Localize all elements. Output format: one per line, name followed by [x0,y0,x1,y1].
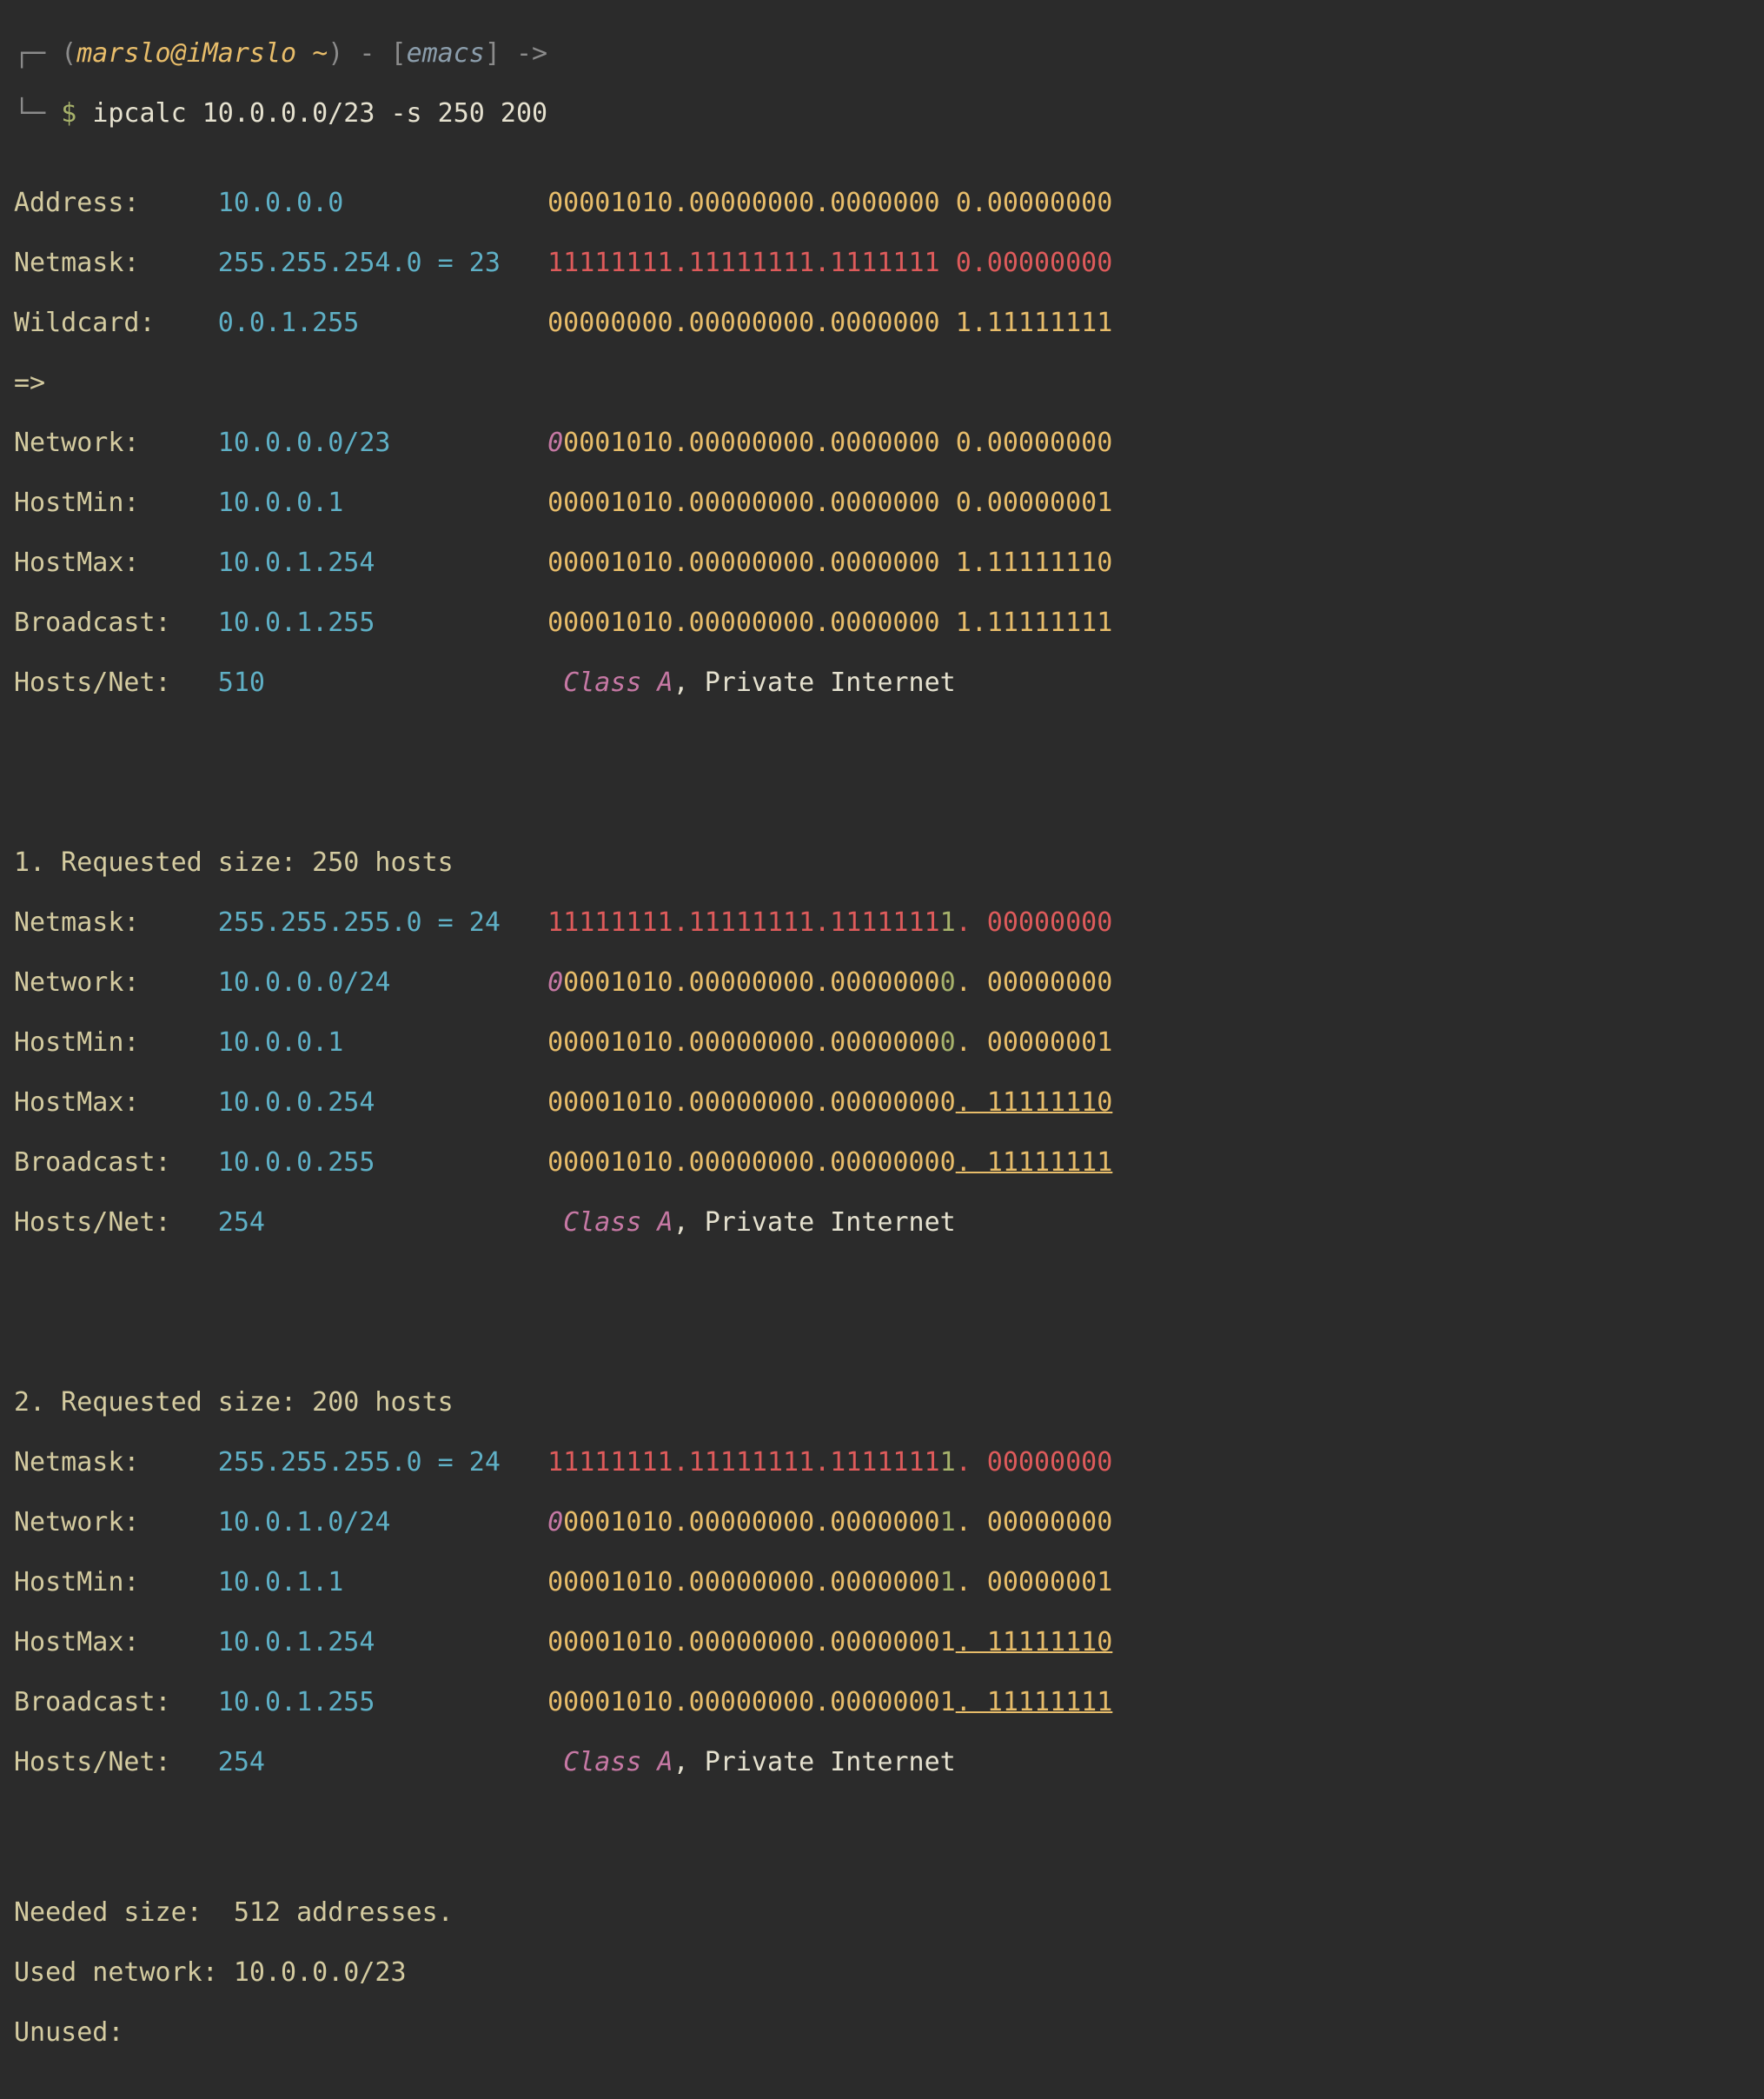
command-text: ipcalc 10.0.0.0/23 -s 250 200 [92,98,547,129]
row-hosts: Hosts/Net:510 Class A, Private Internet [14,668,1750,699]
s1-netmask: Netmask:255.255.255.0 = 2411111111.11111… [14,908,1750,939]
label-netmask: Netmask: [14,249,218,279]
label-address: Address: [14,189,218,219]
s2-hostmin: HostMin:10.0.1.100001010.00000000.000000… [14,1568,1750,1598]
row-address: Address:10.0.0.000001010.00000000.000000… [14,189,1750,219]
label-wildcard: Wildcard: [14,309,218,339]
s2-netmask: Netmask:255.255.255.0 = 2411111111.11111… [14,1448,1750,1478]
prompt-line-2: └─ $ ipcalc 10.0.0.0/23 -s 250 200 [14,99,1750,130]
label-broadcast: Broadcast: [14,608,218,639]
blank-line [14,728,1750,759]
row-arrow: => [14,369,1750,399]
blank-line [14,1268,1750,1299]
row-network: Network:10.0.0.0/2300001010.00000000.000… [14,428,1750,459]
s2-hosts: Hosts/Net:254 Class A, Private Internet [14,1748,1750,1778]
row-wildcard: Wildcard:0.0.1.25500000000.00000000.0000… [14,309,1750,339]
value-hostmin: 10.0.0.1 [218,488,547,519]
label-hostmax: HostMax: [14,548,218,579]
s1-network: Network:10.0.0.0/2400001010.00000000.000… [14,968,1750,999]
s2-hostmax: HostMax:10.0.1.25400001010.00000000.0000… [14,1628,1750,1658]
s1-hostmax: HostMax:10.0.0.25400001010.00000000.0000… [14,1088,1750,1119]
terminal-output[interactable]: ┌─ (marslo@iMarslo ~) - [emacs] -> └─ $ … [0,0,1764,2099]
value-wildcard: 0.0.1.255 [218,309,547,339]
value-network: 10.0.0.0/23 [218,428,547,459]
s2-network: Network:10.0.1.0/2400001010.00000000.000… [14,1508,1750,1538]
section-title-2: 2. Requested size: 200 hosts [14,1388,1750,1418]
value-hosts: 510 [218,668,547,699]
row-hostmax: HostMax:10.0.1.25400001010.00000000.0000… [14,548,1750,579]
s2-broadcast: Broadcast:10.0.1.25500001010.00000000.00… [14,1688,1750,1718]
label-hostmin: HostMin: [14,488,218,519]
section-title-1: 1. Requested size: 250 hosts [14,848,1750,879]
blank-line [14,1808,1750,1838]
value-broadcast: 10.0.1.255 [218,608,547,639]
s1-broadcast: Broadcast:10.0.0.25500001010.00000000.00… [14,1148,1750,1179]
prompt-line-1: ┌─ (marslo@iMarslo ~) - [emacs] -> [14,39,1750,70]
s1-hosts: Hosts/Net:254 Class A, Private Internet [14,1208,1750,1239]
class-badge: Class A [563,668,673,698]
summary-unused: Unused: [14,2018,1750,2049]
value-address: 10.0.0.0 [218,189,547,219]
row-broadcast: Broadcast:10.0.1.25500001010.00000000.00… [14,608,1750,639]
value-netmask: 255.255.254.0 = 23 [218,249,547,279]
value-hostmax: 10.0.1.254 [218,548,547,579]
s1-hostmin: HostMin:10.0.0.100001010.00000000.000000… [14,1028,1750,1059]
row-hostmin: HostMin:10.0.0.100001010.00000000.000000… [14,488,1750,519]
label-hosts: Hosts/Net: [14,668,218,699]
summary-needed: Needed size: 512 addresses. [14,1898,1750,1929]
row-netmask: Netmask:255.255.254.0 = 2311111111.11111… [14,249,1750,279]
label-network: Network: [14,428,218,459]
summary-used: Used network: 10.0.0.0/23 [14,1958,1750,1989]
